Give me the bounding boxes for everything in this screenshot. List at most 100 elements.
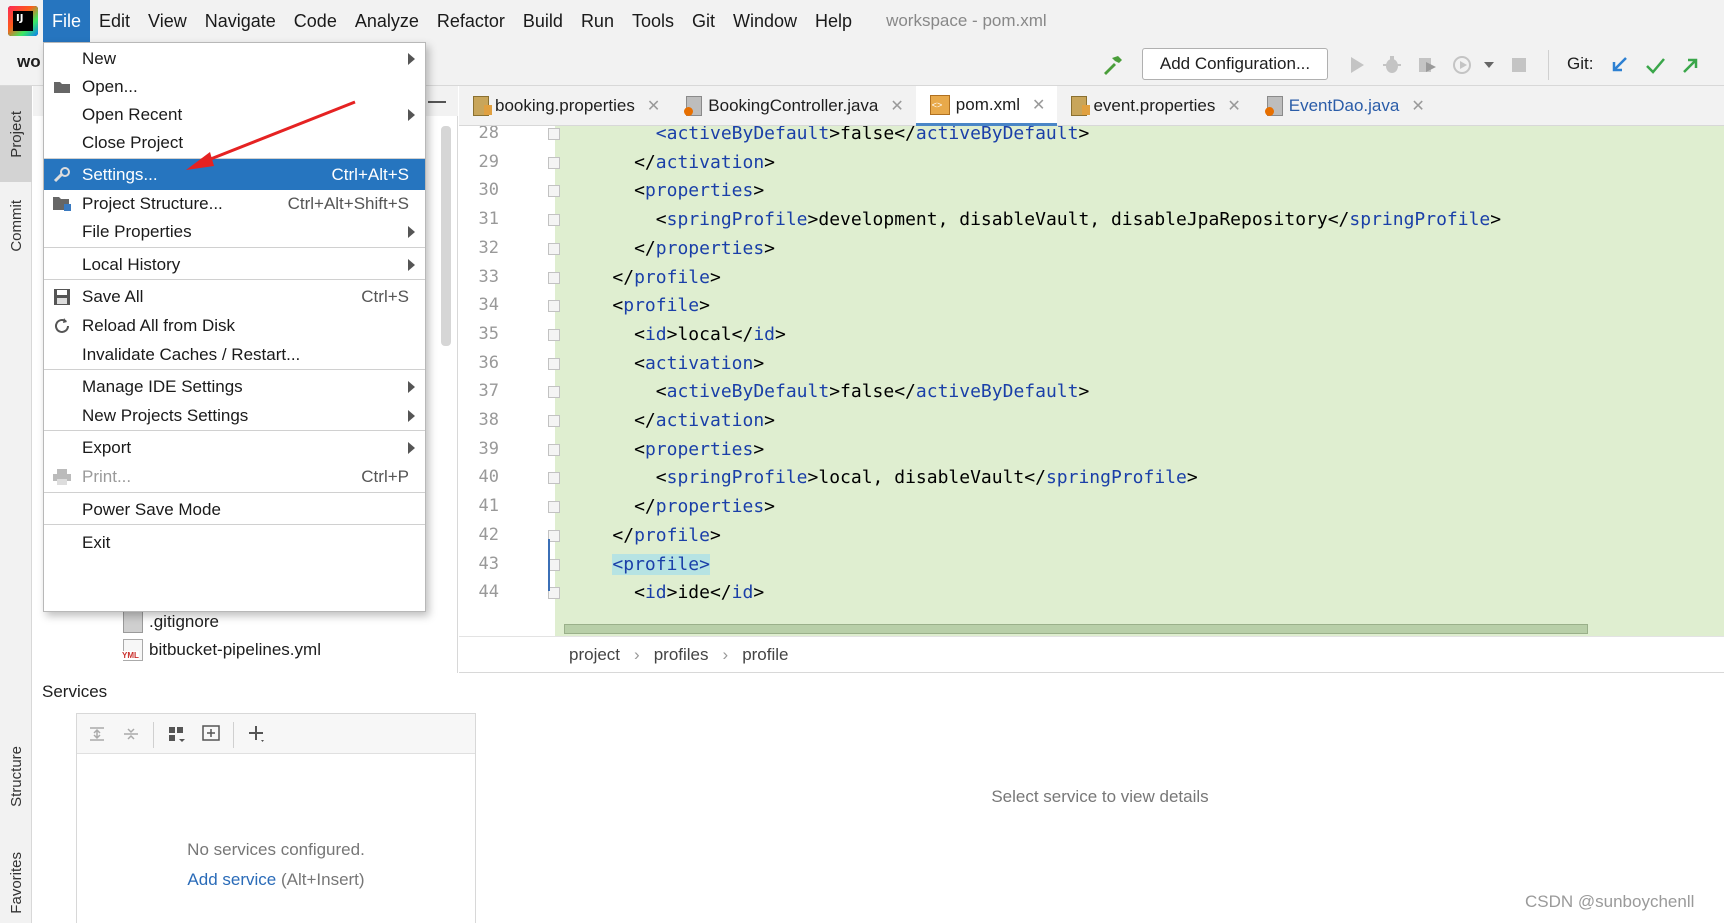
fold-marker-icon[interactable] bbox=[548, 443, 560, 456]
code-line[interactable]: 41 </properties> bbox=[459, 491, 1724, 522]
commit-tool-tab[interactable]: Commit bbox=[0, 186, 32, 266]
git-update-icon[interactable] bbox=[1604, 50, 1634, 80]
profile-icon[interactable] bbox=[1447, 50, 1477, 80]
structure-tool-tab[interactable]: Structure bbox=[0, 726, 32, 826]
favorites-tool-tab[interactable]: Favorites bbox=[0, 842, 32, 923]
menu-item-print[interactable]: Print... Ctrl+P bbox=[44, 461, 425, 492]
breadcrumb-profiles[interactable]: profiles bbox=[654, 645, 709, 665]
menu-refactor[interactable]: Refactor bbox=[428, 0, 514, 42]
code-editor[interactable]: 28 <activeByDefault>false</activeByDefaul… bbox=[459, 126, 1724, 636]
menu-edit[interactable]: Edit bbox=[90, 0, 139, 42]
fold-marker-icon[interactable] bbox=[548, 501, 560, 514]
code-line[interactable]: 40 <springProfile>local, disableVault</sp… bbox=[459, 462, 1724, 493]
menu-item-save-all[interactable]: Save All Ctrl+S bbox=[44, 281, 425, 312]
build-hammer-icon[interactable] bbox=[1098, 50, 1128, 80]
collapse-all-icon[interactable] bbox=[117, 720, 145, 748]
code-line[interactable]: 33 </profile> bbox=[459, 262, 1724, 293]
tree-item-gitignore[interactable]: .gitignore bbox=[123, 608, 219, 636]
menu-help[interactable]: Help bbox=[806, 0, 861, 42]
menu-view[interactable]: View bbox=[139, 0, 196, 42]
code-line[interactable]: 34 <profile> bbox=[459, 290, 1724, 321]
fold-marker-icon[interactable] bbox=[548, 300, 560, 313]
menu-window[interactable]: Window bbox=[724, 0, 806, 42]
menu-analyze[interactable]: Analyze bbox=[346, 0, 428, 42]
menu-run[interactable]: Run bbox=[572, 0, 623, 42]
close-icon[interactable]: ✕ bbox=[647, 96, 660, 116]
tab-booking-controller[interactable]: BookingController.java ✕ bbox=[672, 86, 916, 126]
close-icon[interactable]: ✕ bbox=[1032, 95, 1045, 115]
chevron-down-icon[interactable] bbox=[1474, 50, 1504, 80]
code-line[interactable]: 36 <activation> bbox=[459, 348, 1724, 379]
git-push-icon[interactable] bbox=[1676, 50, 1706, 80]
breadcrumb-project[interactable]: project bbox=[569, 645, 620, 665]
project-tool-tab[interactable]: Project bbox=[0, 86, 32, 182]
fold-marker-icon[interactable] bbox=[548, 128, 560, 140]
debug-icon[interactable] bbox=[1377, 50, 1407, 80]
menu-item-file-properties[interactable]: File Properties bbox=[44, 216, 425, 247]
close-icon[interactable]: ✕ bbox=[890, 96, 903, 116]
coverage-icon[interactable] bbox=[1412, 50, 1442, 80]
fold-marker-icon[interactable] bbox=[548, 357, 560, 370]
new-tab-icon[interactable] bbox=[197, 720, 225, 748]
horizontal-scrollbar[interactable] bbox=[564, 624, 1588, 634]
stop-icon[interactable] bbox=[1504, 50, 1534, 80]
add-configuration-button[interactable]: Add Configuration... bbox=[1142, 48, 1328, 80]
group-by-icon[interactable] bbox=[163, 720, 191, 748]
code-line[interactable]: 39 <properties> bbox=[459, 434, 1724, 465]
fold-marker-icon[interactable] bbox=[548, 271, 560, 284]
run-icon[interactable] bbox=[1342, 50, 1372, 80]
code-line[interactable]: 35 <id>local</id> bbox=[459, 319, 1724, 350]
code-line[interactable]: 44 <id>ide</id> bbox=[459, 577, 1724, 608]
code-line[interactable]: 30 <properties> bbox=[459, 175, 1724, 206]
fold-marker-icon[interactable] bbox=[548, 472, 560, 485]
menu-tools[interactable]: Tools bbox=[623, 0, 683, 42]
menu-file[interactable]: File bbox=[43, 0, 91, 42]
fold-marker-icon[interactable] bbox=[548, 386, 560, 399]
fold-marker-icon[interactable] bbox=[548, 156, 560, 169]
fold-marker-icon[interactable] bbox=[548, 415, 560, 427]
fold-marker-icon[interactable] bbox=[548, 214, 560, 227]
close-icon[interactable]: ✕ bbox=[1227, 96, 1240, 116]
project-crumb[interactable]: wo bbox=[17, 52, 41, 72]
code-line[interactable]: 29 </activation> bbox=[459, 147, 1724, 178]
menu-item-reload-all[interactable]: Reload All from Disk bbox=[44, 310, 425, 341]
menu-git[interactable]: Git bbox=[683, 0, 724, 42]
code-line[interactable]: 32 </properties> bbox=[459, 233, 1724, 264]
code-line[interactable]: 42 </profile> bbox=[459, 520, 1724, 551]
code-line[interactable]: 31 <springProfile>development, disableVau… bbox=[459, 204, 1724, 235]
menu-navigate[interactable]: Navigate bbox=[196, 0, 285, 42]
menu-item-exit[interactable]: Exit bbox=[44, 527, 425, 558]
breadcrumb-profile[interactable]: profile bbox=[742, 645, 788, 665]
menu-item-open[interactable]: Open... bbox=[44, 71, 425, 102]
menu-item-project-structure[interactable]: Project Structure... Ctrl+Alt+Shift+S bbox=[44, 188, 425, 219]
code-line[interactable]: 28 <activeByDefault>false</activeByDefaul… bbox=[459, 126, 1724, 149]
tab-booking-properties[interactable]: booking.properties ✕ bbox=[459, 86, 672, 126]
menu-item-local-history[interactable]: Local History bbox=[44, 249, 425, 280]
add-service-link[interactable]: Add service bbox=[187, 870, 276, 889]
add-icon[interactable] bbox=[243, 720, 271, 748]
menu-item-export[interactable]: Export bbox=[44, 432, 425, 463]
menu-item-invalidate-caches[interactable]: Invalidate Caches / Restart... bbox=[44, 339, 425, 370]
menu-item-power-save-mode[interactable]: Power Save Mode bbox=[44, 494, 425, 525]
code-line[interactable]: 38 </activation> bbox=[459, 405, 1724, 436]
fold-marker-icon[interactable] bbox=[548, 328, 560, 341]
fold-marker-icon[interactable] bbox=[548, 242, 560, 255]
menu-item-new-projects-settings[interactable]: New Projects Settings bbox=[44, 400, 425, 431]
menu-code[interactable]: Code bbox=[285, 0, 346, 42]
close-icon[interactable]: ✕ bbox=[1411, 96, 1424, 116]
minimize-icon[interactable] bbox=[428, 101, 446, 103]
menu-item-manage-ide-settings[interactable]: Manage IDE Settings bbox=[44, 371, 425, 402]
tab-event-properties[interactable]: event.properties ✕ bbox=[1057, 86, 1252, 126]
menu-item-new[interactable]: New bbox=[44, 43, 425, 74]
menu-build[interactable]: Build bbox=[514, 0, 572, 42]
expand-all-icon[interactable] bbox=[83, 720, 111, 748]
tree-item-bitbucket-pipelines[interactable]: YML bitbucket-pipelines.yml bbox=[122, 636, 321, 664]
project-scrollbar[interactable] bbox=[441, 126, 451, 346]
services-title: Services bbox=[42, 682, 108, 701]
tab-event-dao[interactable]: EventDao.java ✕ bbox=[1253, 86, 1437, 126]
tab-pom-xml[interactable]: pom.xml ✕ bbox=[915, 86, 1058, 126]
code-line[interactable]: 37 <activeByDefault>false</activeByDefaul… bbox=[459, 376, 1724, 407]
git-commit-icon[interactable] bbox=[1640, 50, 1670, 80]
code-line[interactable]: 43 <profile> bbox=[459, 549, 1724, 580]
fold-marker-icon[interactable] bbox=[548, 185, 560, 198]
